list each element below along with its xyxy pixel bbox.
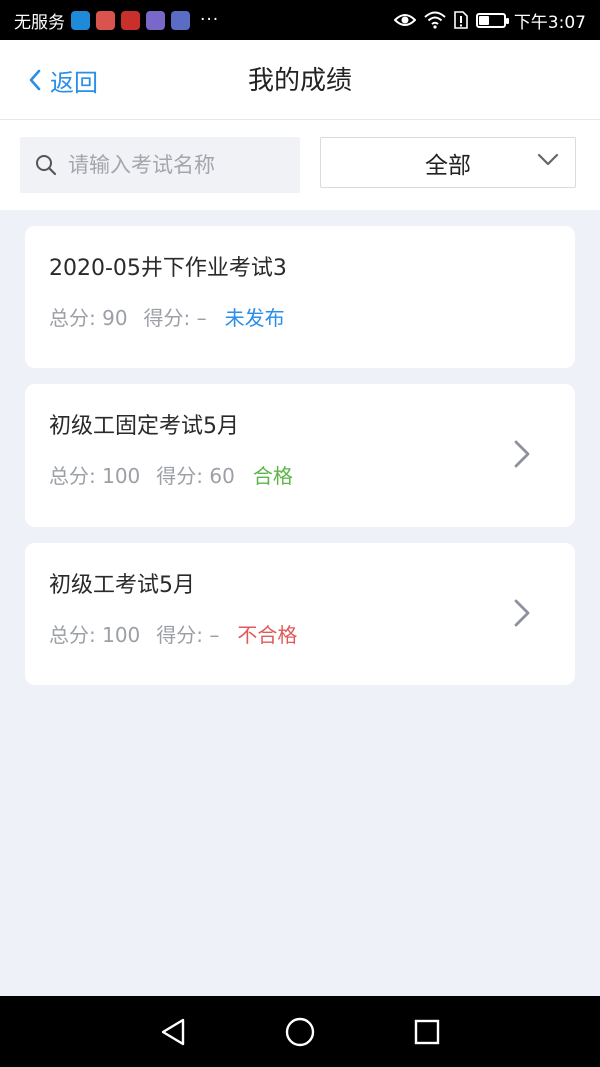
result-list: 2020-05井下作业考试3 总分: 90 得分: – 未发布 初级工固定考试5…: [25, 226, 575, 701]
notification-app-icon-1: [71, 10, 90, 30]
notification-app-icon-3: [121, 10, 140, 30]
status-bar: 无服务 ··· 下午3:07: [0, 0, 600, 40]
wifi-icon: [424, 11, 446, 29]
total-score: 总分: 100: [49, 464, 141, 488]
page-title: 我的成绩: [247, 66, 352, 96]
square-recents-icon: [414, 1019, 439, 1044]
chevron-right-icon[interactable]: [513, 598, 531, 628]
nav-home-button[interactable]: [280, 1012, 320, 1052]
exam-meta: 总分: 100 得分: – 不合格: [49, 619, 575, 648]
obtained-score: 得分: 60: [156, 464, 235, 488]
exam-meta: 总分: 100 得分: 60 合格: [49, 460, 575, 489]
battery-icon: [475, 12, 509, 28]
clock-text: 下午3:07: [513, 12, 586, 33]
obtained-score: 得分: –: [156, 623, 220, 647]
circle-home-icon: [285, 1017, 315, 1046]
status-filter-select[interactable]: 全部: [320, 137, 576, 188]
chevron-down-icon: [537, 153, 559, 166]
select-value: 全部: [425, 152, 471, 179]
exam-title: 初级工考试5月: [49, 573, 195, 598]
status-left: 无服务 ···: [14, 8, 219, 33]
total-score: 总分: 100: [49, 623, 141, 647]
result-card-3[interactable]: 初级工考试5月 总分: 100 得分: – 不合格: [25, 543, 575, 685]
exam-title: 2020-05井下作业考试3: [49, 256, 287, 281]
system-nav-bar: [0, 996, 600, 1067]
result-card-1[interactable]: 2020-05井下作业考试3 总分: 90 得分: – 未发布: [25, 226, 575, 368]
exam-status: 不合格: [237, 623, 298, 647]
eye-icon: [393, 14, 416, 26]
exam-meta: 总分: 90 得分: – 未发布: [49, 302, 575, 331]
notification-app-icon-5: [171, 10, 190, 30]
header: 返回 我的成绩: [0, 40, 600, 120]
more-notifications-dots: ···: [200, 10, 220, 30]
status-right: 下午3:07: [393, 8, 586, 33]
nav-recents-button[interactable]: [407, 1012, 447, 1052]
exam-status: 合格: [252, 464, 293, 488]
exam-status: 未发布: [224, 306, 285, 330]
notification-app-icon-2: [96, 10, 115, 30]
search-box[interactable]: [20, 137, 300, 193]
exam-title: 初级工固定考试5月: [49, 414, 239, 439]
triangle-back-icon: [162, 1018, 185, 1045]
obtained-score: 得分: –: [143, 306, 207, 330]
search-input[interactable]: [68, 153, 268, 177]
chevron-right-icon[interactable]: [513, 439, 531, 469]
nav-back-button[interactable]: [153, 1012, 193, 1052]
result-card-2[interactable]: 初级工固定考试5月 总分: 100 得分: 60 合格: [25, 384, 575, 527]
sim-alert-icon: [454, 11, 468, 29]
filter-bar: 全部: [0, 120, 600, 210]
notification-app-icon-4: [146, 10, 165, 30]
search-icon: [36, 155, 57, 176]
total-score: 总分: 90: [49, 306, 128, 330]
carrier-text: 无服务: [14, 12, 65, 33]
